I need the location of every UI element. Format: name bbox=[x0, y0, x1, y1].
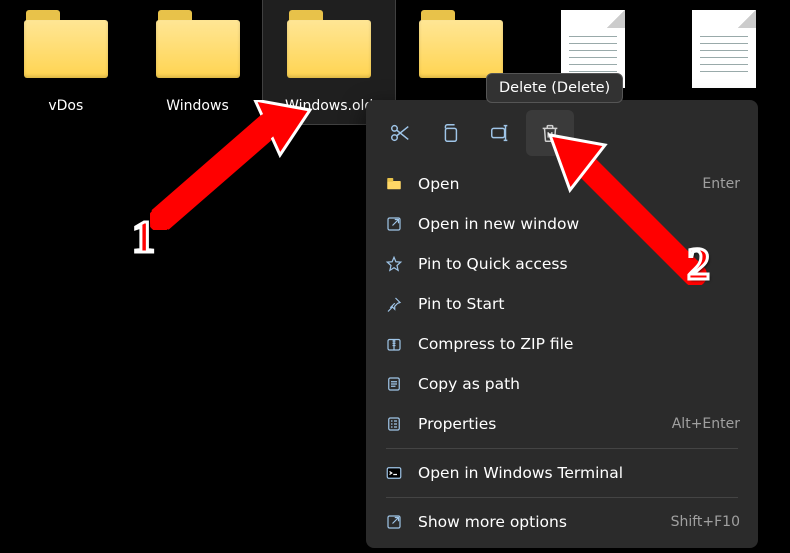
rename-button[interactable] bbox=[476, 110, 524, 156]
menu-accel: Alt+Enter bbox=[672, 416, 740, 432]
menu-show-more[interactable]: Show more options Shift+F10 bbox=[372, 502, 752, 542]
trash-icon bbox=[539, 122, 561, 144]
item-label: Windows bbox=[166, 98, 229, 114]
doc-icon bbox=[384, 374, 404, 394]
cut-button[interactable] bbox=[376, 110, 424, 156]
scissors-icon bbox=[389, 122, 411, 144]
pin-icon bbox=[384, 294, 404, 314]
menu-windows-terminal[interactable]: Open in Windows Terminal bbox=[372, 453, 752, 493]
menu-compress-zip[interactable]: Compress to ZIP file bbox=[372, 324, 752, 364]
item-label: vDos bbox=[48, 98, 83, 114]
terminal-icon bbox=[384, 463, 404, 483]
rename-icon bbox=[489, 122, 511, 144]
menu-pin-quick-access[interactable]: Pin to Quick access bbox=[372, 244, 752, 284]
copy-button[interactable] bbox=[426, 110, 474, 156]
menu-label: Pin to Start bbox=[418, 295, 740, 313]
folder-icon bbox=[287, 10, 371, 80]
file-icon bbox=[692, 10, 756, 88]
item-label: Windows.old bbox=[285, 98, 373, 114]
menu-label: Pin to Quick access bbox=[418, 255, 740, 273]
menu-open[interactable]: Open Enter bbox=[372, 164, 752, 204]
folder-icon bbox=[156, 10, 240, 80]
tooltip-delete: Delete (Delete) bbox=[486, 73, 623, 103]
context-icon-row bbox=[366, 106, 758, 164]
menu-copy-path[interactable]: Copy as path bbox=[372, 364, 752, 404]
folder-item[interactable]: vDos bbox=[0, 0, 132, 124]
menu-separator bbox=[386, 448, 738, 449]
context-menu: Open Enter Open in new window Pin to Qui… bbox=[366, 100, 758, 548]
menu-label: Show more options bbox=[418, 513, 657, 531]
menu-properties[interactable]: Properties Alt+Enter bbox=[372, 404, 752, 444]
menu-label: Properties bbox=[418, 415, 658, 433]
menu-label: Open in Windows Terminal bbox=[418, 464, 740, 482]
menu-accel: Shift+F10 bbox=[671, 514, 740, 530]
folder-item[interactable]: Windows bbox=[132, 0, 264, 124]
folder-icon bbox=[419, 10, 503, 80]
more-icon bbox=[384, 512, 404, 532]
copy-icon bbox=[439, 122, 461, 144]
menu-label: Open in new window bbox=[418, 215, 740, 233]
menu-label: Compress to ZIP file bbox=[418, 335, 740, 353]
folder-icon bbox=[24, 10, 108, 80]
properties-icon bbox=[384, 414, 404, 434]
menu-label: Open bbox=[418, 175, 688, 193]
new-window-icon bbox=[384, 214, 404, 234]
zip-icon bbox=[384, 334, 404, 354]
star-icon bbox=[384, 254, 404, 274]
context-menu-list: Open Enter Open in new window Pin to Qui… bbox=[366, 164, 758, 542]
delete-button[interactable] bbox=[526, 110, 574, 156]
menu-label: Copy as path bbox=[418, 375, 740, 393]
open-folder-icon bbox=[384, 174, 404, 194]
menu-separator bbox=[386, 497, 738, 498]
annotation-number-1: 1 bbox=[132, 210, 155, 263]
menu-accel: Enter bbox=[702, 176, 740, 192]
menu-pin-start[interactable]: Pin to Start bbox=[372, 284, 752, 324]
menu-open-new-window[interactable]: Open in new window bbox=[372, 204, 752, 244]
